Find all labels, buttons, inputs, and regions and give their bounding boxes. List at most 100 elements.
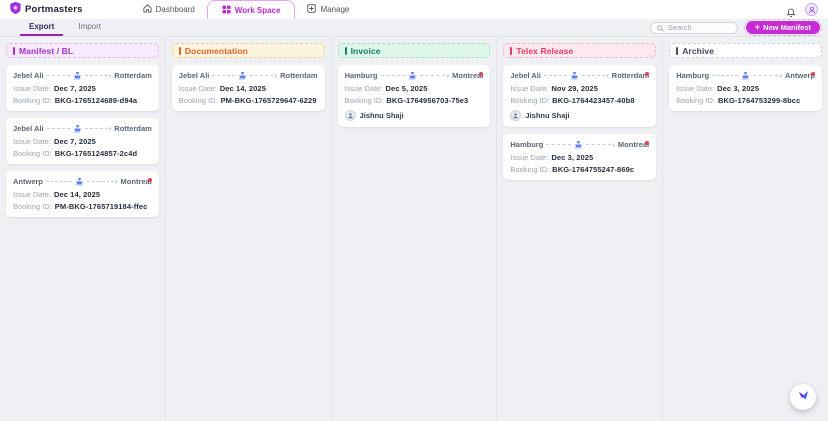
route-dash-line [586, 144, 612, 145]
app-header: Portmasters Dashboard Work Space Manage [0, 0, 828, 19]
assistant-fab[interactable] [790, 384, 816, 410]
route-dash-line [752, 75, 779, 76]
column-header: Archive [669, 43, 822, 58]
booking-id-value: BKG-1764423457-40b8 [552, 96, 635, 105]
issue-date-value: Dec 7, 2025 [53, 136, 96, 146]
booking-id-value: BKG-1764956703-75e3 [386, 96, 469, 105]
brand[interactable]: Portmasters [10, 0, 83, 19]
booking-id-value: BKG-1765124857-2c4d [54, 149, 138, 158]
booking-id-label: Booking ID: [344, 96, 384, 105]
alert-dot-icon [147, 178, 152, 182]
route-dash-line [581, 75, 605, 76]
booking-id-label: Booking ID: [13, 202, 52, 211]
route-dash-line [84, 128, 108, 129]
nav-manage[interactable]: Manage [295, 0, 361, 19]
nav-workspace[interactable]: Work Space [206, 0, 296, 19]
notifications-bell-icon[interactable] [786, 5, 796, 17]
route-row: Jebel Ali › Rotterdam [179, 71, 318, 80]
grid-icon [222, 4, 231, 16]
brand-shield-icon [10, 1, 21, 19]
booking-card[interactable]: Hamburg › Antwerp Issue Date: Dec 3, 202… [669, 65, 822, 111]
assignee-avatar [344, 110, 356, 121]
route-dash-line [712, 75, 738, 76]
board-column: Manifest / BL Jebel Ali › Rotterdam Issu… [0, 37, 166, 421]
issue-date-label: Issue Date: [510, 83, 549, 93]
route-arrow-icon: › [612, 139, 615, 149]
route-arrow-icon: › [114, 176, 118, 186]
issue-date-row: Issue Date: Dec 5, 2025 [345, 84, 484, 93]
issue-date-value: Nov 29, 2025 [551, 83, 598, 93]
ship-icon [408, 71, 417, 80]
destination-city: Rotterdam [280, 71, 318, 80]
booking-id-value: BKG-1765124689-d94a [54, 96, 138, 105]
issue-date-label: Issue Date: [676, 83, 715, 93]
route-row: Hamburg › Montreal [510, 140, 649, 149]
column-accent-bar [13, 46, 15, 55]
issue-date-value: Dec 14, 2025 [53, 189, 101, 199]
board-column: Archive Hamburg › Antwerp Issue Date: De… [663, 37, 828, 421]
destination-city: Rotterdam [611, 71, 650, 80]
column-accent-bar [178, 46, 181, 55]
assignee-name: Jishnu Shaji [525, 111, 570, 120]
origin-city: Jebel Ali [13, 124, 44, 133]
route-arrow-icon: › [446, 70, 450, 80]
user-avatar[interactable] [805, 3, 818, 16]
column-accent-bar [344, 46, 347, 55]
issue-date-label: Issue Date: [13, 189, 51, 199]
new-manifest-button[interactable]: + New Manifest [743, 19, 823, 36]
booking-id-label: Booking ID: [676, 96, 715, 105]
booking-card[interactable]: Antwerp › Montreal Issue Date: Dec 14, 2… [6, 171, 159, 217]
tab-export[interactable]: Export [20, 19, 64, 36]
booking-id-value: PM-BKG-1765729647-6229 [220, 96, 317, 105]
nav-label: Dashboard [155, 5, 195, 14]
booking-card[interactable]: Jebel Ali › Rotterdam Issue Date: Dec 7,… [6, 118, 159, 164]
nav-dashboard[interactable]: Dashboard [131, 0, 207, 19]
booking-id-label: Booking ID: [510, 96, 550, 105]
route-row: Jebel Ali › Rotterdam [13, 124, 152, 133]
origin-city: Hamburg [344, 71, 378, 80]
booking-card[interactable]: Hamburg › Montreal Issue Date: Dec 3, 20… [503, 134, 657, 180]
ship-icon [238, 71, 247, 80]
plus-icon: + [754, 22, 761, 32]
booking-card[interactable]: Jebel Ali › Rotterdam Issue Date: Dec 7,… [6, 65, 159, 111]
origin-city: Jebel Ali [13, 71, 44, 80]
booking-id-label: Booking ID: [178, 96, 218, 105]
column-title: Telex Release [516, 45, 574, 56]
assignee-avatar [510, 110, 522, 121]
search-input[interactable] [667, 23, 731, 32]
column-cards: Jebel Ali › Rotterdam Issue Date: Dec 14… [171, 65, 325, 111]
route-row: Hamburg › Montreal [345, 71, 484, 80]
issue-date-row: Issue Date: Nov 29, 2025 [510, 84, 649, 93]
subheader-right: + New Manifest [649, 19, 823, 37]
brand-name: Portmasters [25, 4, 83, 15]
column-title: Manifest / BL [19, 45, 74, 56]
search-icon [657, 19, 664, 37]
route-dash-line [46, 75, 70, 76]
issue-date-value: Dec 3, 2025 [551, 152, 594, 162]
booking-id-label: Booking ID: [13, 96, 52, 105]
alert-dot-icon [810, 72, 815, 76]
booking-id-value: BKG-1764755247-869c [552, 165, 635, 174]
column-title: Documentation [184, 45, 248, 56]
route-arrow-icon: › [108, 123, 112, 133]
route-row: Hamburg › Antwerp [676, 71, 815, 80]
column-header: Telex Release [503, 43, 657, 58]
column-title: Invoice [350, 45, 381, 56]
ship-icon [574, 140, 583, 149]
assistant-logo-icon [797, 389, 810, 405]
column-title: Archive [682, 45, 715, 56]
booking-id-row: Booking ID: BKG-1764423457-40b8 [510, 96, 649, 105]
issue-date-row: Issue Date: Dec 7, 2025 [13, 137, 152, 146]
booking-card[interactable]: Jebel Ali › Rotterdam Issue Date: Dec 14… [171, 65, 325, 111]
column-cards: Jebel Ali › Rotterdam Issue Date: Nov 29… [503, 65, 657, 180]
origin-city: Jebel Ali [510, 71, 541, 80]
issue-date-label: Issue Date: [178, 83, 217, 93]
issue-date-value: Dec 7, 2025 [53, 83, 96, 93]
kanban-board: Manifest / BL Jebel Ali › Rotterdam Issu… [0, 37, 828, 421]
main-nav: Dashboard Work Space Manage [131, 0, 362, 19]
issue-date-row: Issue Date: Dec 7, 2025 [13, 84, 152, 93]
booking-card[interactable]: Jebel Ali › Rotterdam Issue Date: Nov 29… [503, 65, 657, 127]
booking-card[interactable]: Hamburg › Montreal Issue Date: Dec 5, 20… [337, 65, 491, 127]
export-import-tabs: Export Import [20, 19, 110, 36]
tab-import[interactable]: Import [69, 19, 110, 36]
